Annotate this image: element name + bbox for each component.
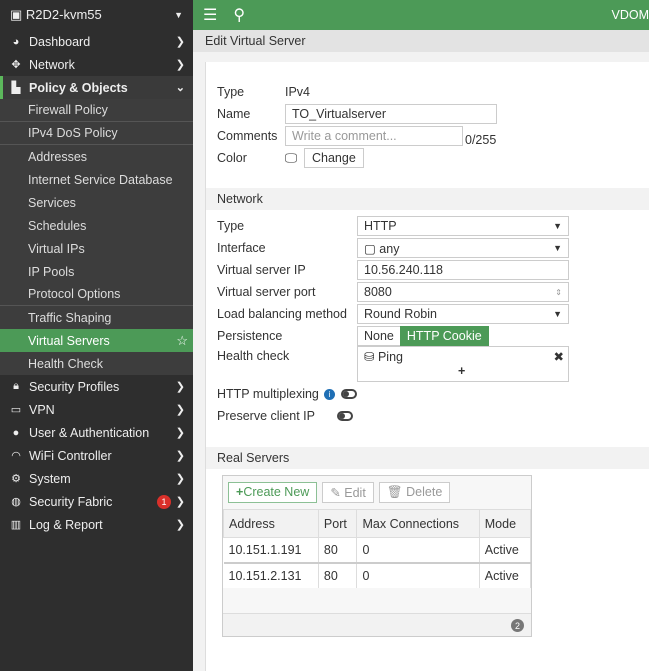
nav-user-auth[interactable]: ● User & Authentication ❯ [0,421,193,444]
chart-icon: ▥ [10,519,22,531]
comments-input[interactable]: Write a comment... [285,126,463,146]
http-multiplexing-toggle[interactable] [340,389,357,399]
pencil-icon: ✎ [330,486,345,500]
chevron-right-icon: ❯ [175,381,185,393]
chevron-right-icon: ❯ [175,404,185,416]
interface-icon: ▢ [364,241,380,256]
nav-policy-objects[interactable]: ▙ Policy & Objects ⌄ [0,76,193,99]
sidebar-item-health-check[interactable]: Health Check [0,352,193,375]
page-title: Edit Virtual Server [193,30,649,52]
persistence-none[interactable]: None [357,326,400,346]
device-selector[interactable]: ▣ R2D2-kvm55 ▼ [0,0,193,30]
chevron-right-icon: ❯ [175,427,185,439]
lock-icon: 🔒︎ [13,380,19,392]
vdom-selector[interactable]: VDOM [612,8,649,22]
user-icon: ● [12,426,20,439]
sidebar-item-services[interactable]: Services [0,191,193,214]
table-row[interactable]: 10.151.2.131 80 0 Active [223,562,532,588]
trash-icon: 🗑︎ [386,485,407,499]
name-input[interactable]: TO_Virtualserver [285,104,497,124]
table-row[interactable]: 10.151.1.191 80 0 Active [223,537,532,564]
chevron-right-icon: ❯ [175,36,185,48]
sidebar-item-firewall-policy[interactable]: Firewall Policy [0,99,193,122]
network-section-title: Network [206,188,649,210]
chevron-right-icon: ❯ [175,450,185,462]
create-new-button[interactable]: +Create New [228,482,318,503]
sidebar-item-ip-pools[interactable]: IP Pools [0,260,193,283]
delete-button[interactable]: 🗑︎ Delete [378,482,451,503]
sidebar-item-addresses[interactable]: Addresses [0,145,193,168]
fabric-icon: ◍ [11,496,21,508]
chevron-right-icon: ❯ [175,59,185,71]
dropdown-icon: ▼ [553,243,562,253]
nav-security-profiles[interactable]: 🔒︎ Security Profiles ❯ [0,375,193,398]
nav-network[interactable]: ✥ Network ❯ [0,53,193,76]
virtual-server-ip-input[interactable]: 10.56.240.118 [357,260,569,280]
lb-method-select[interactable]: Round Robin ▼ [357,304,569,324]
laptop-icon: ▭ [10,404,22,416]
type-select[interactable]: HTTP ▼ [357,216,569,236]
column-header[interactable]: Address [223,509,319,538]
sidebar-item-traffic-shaping[interactable]: Traffic Shaping [0,306,193,329]
dropdown-icon: ▼ [553,221,562,231]
chevron-down-icon: ⌄ [175,82,185,94]
wifi-icon: ◠ [11,450,21,462]
sidebar-item-schedules[interactable]: Schedules [0,214,193,237]
dashboard-icon: ◕ [12,35,20,48]
info-icon: i [323,388,335,400]
menu-icon[interactable]: ☰ [203,5,217,25]
real-servers-table: +Create New ✎ Edit 🗑︎ Delete Address Port… [222,475,532,637]
monitor-icon: 🖵︎ [285,150,298,165]
nav-system[interactable]: ⚙ System ❯ [0,467,193,490]
column-header[interactable]: Max Connections [356,509,480,538]
health-check-icon: ⛁ [364,350,378,364]
nav-log-report[interactable]: ▥ Log & Report ❯ [0,513,193,536]
sidebar: ▣ R2D2-kvm55 ▼ ◕ Dashboard ❯ ✥ Network ❯ ▙ Pol… [0,0,193,671]
port-input[interactable]: 8080 ⇕ [357,282,569,302]
dropdown-icon: ▼ [174,10,183,20]
top-bar: ☰ ⚲ VDOM [193,0,649,30]
network-icon: ✥ [11,59,21,71]
notification-badge: 1 [157,494,171,509]
nav-wifi[interactable]: ◠ WiFi Controller ❯ [0,444,193,467]
interface-select[interactable]: ▢ any ▼ [357,238,569,258]
sidebar-item-isdb[interactable]: Internet Service Database [0,168,193,191]
row-count-badge: 2 [511,619,524,632]
star-icon[interactable]: ☆ [176,333,188,349]
edit-panel: Type IPv4 Name TO_Virtualserver Comments Wr… [205,62,649,671]
device-icon: ▣ [10,7,26,22]
dropdown-icon: ▼ [553,309,562,319]
chevron-right-icon: ❯ [175,496,185,508]
policy-icon: ▙ [11,82,21,94]
gear-icon: ⚙ [11,473,21,485]
chevron-right-icon: ❯ [175,519,185,531]
add-icon[interactable]: + [458,364,465,378]
search-icon[interactable]: ⚲ [233,5,245,25]
sidebar-item-protocol-options[interactable]: Protocol Options [0,283,193,306]
chevron-right-icon: ❯ [175,473,185,485]
spinner-icon[interactable]: ⇕ [555,288,562,297]
change-color-button[interactable]: Change [304,148,364,168]
nav-vpn[interactable]: ▭ VPN ❯ [0,398,193,421]
sidebar-item-virtual-ips[interactable]: Virtual IPs [0,237,193,260]
health-check-field[interactable]: ⛁ Ping ✖ + [357,346,569,382]
remove-icon[interactable]: ✖ [554,349,564,364]
nav-security-fabric[interactable]: ◍ Security Fabric 1 ❯ [0,490,193,513]
sidebar-item-virtual-servers[interactable]: Virtual Servers ☆ [0,329,193,352]
sidebar-item-dos-policy[interactable]: IPv4 DoS Policy [0,122,193,145]
edit-button[interactable]: ✎ Edit [322,482,374,503]
table-footer: 2 [223,613,531,636]
column-header[interactable]: Port [317,509,358,538]
column-header[interactable]: Mode [478,509,532,538]
nav-dashboard[interactable]: ◕ Dashboard ❯ [0,30,193,53]
real-servers-section-title: Real Servers [206,447,649,469]
persistence-http-cookie[interactable]: HTTP Cookie [399,326,489,346]
preserve-client-ip-toggle[interactable] [337,411,353,421]
